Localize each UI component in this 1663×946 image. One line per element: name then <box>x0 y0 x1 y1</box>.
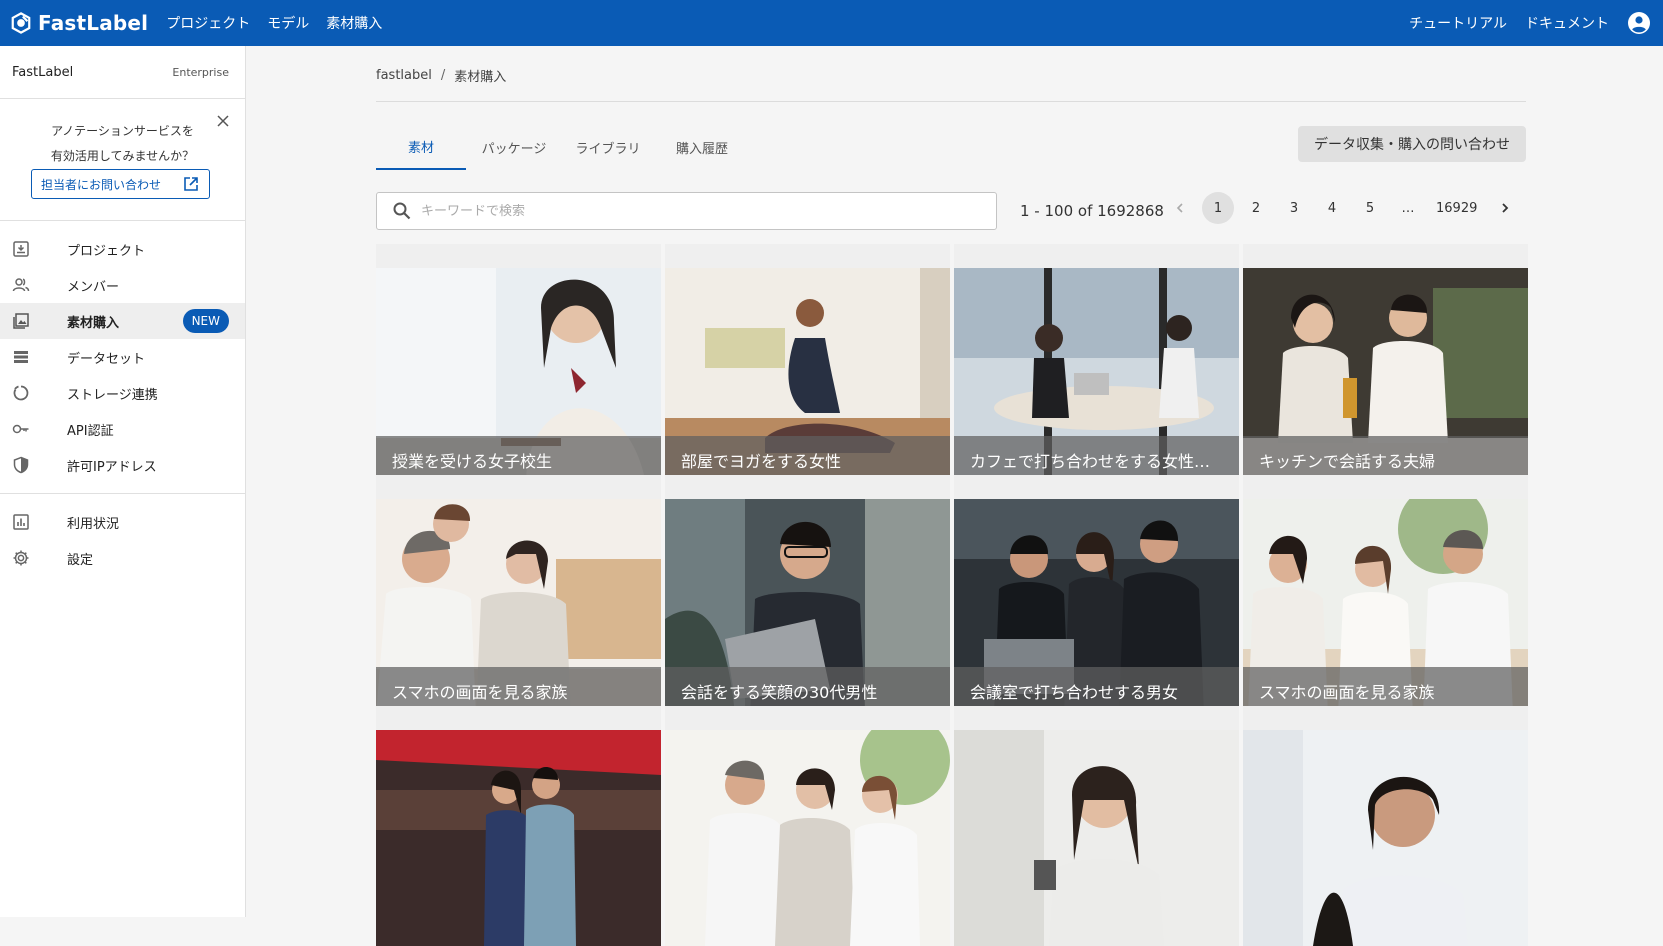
account-icon[interactable] <box>1627 11 1651 35</box>
contact-sales-button[interactable]: 担当者にお問い合わせ <box>31 169 210 199</box>
sidebar-item-api-auth[interactable]: API認証 <box>0 411 245 447</box>
image-icon <box>13 313 29 329</box>
sidebar-item-settings[interactable]: 設定 <box>0 540 245 576</box>
asset-card[interactable]: カフェで打ち合わせをする女性… <box>954 244 1239 484</box>
sidebar-item-project[interactable]: プロジェクト <box>0 231 245 267</box>
promo-line-2: 有効活用してみませんか？ <box>50 149 195 163</box>
asset-thumbnail <box>1243 730 1528 946</box>
topnav-asset-purchase[interactable]: 素材購入 <box>326 13 382 33</box>
breadcrumb: fastlabel / 素材購入 <box>376 46 1526 102</box>
chevron-right-icon <box>1502 203 1509 213</box>
asset-card[interactable] <box>665 706 950 946</box>
main-content: fastlabel / 素材購入 素材 パッケージ ライブラリ 購入履歴 データ… <box>376 46 1528 946</box>
close-icon[interactable] <box>215 113 231 129</box>
dataset-icon <box>14 351 28 363</box>
org-name: FastLabel <box>12 64 74 80</box>
prev-page-button[interactable] <box>1164 192 1196 224</box>
asset-card[interactable]: スマホの画面を見る家族 <box>376 475 661 715</box>
page-1[interactable]: 1 <box>1202 192 1234 224</box>
asset-card[interactable]: キッチンで会話する夫婦 <box>1243 244 1528 484</box>
search-row: 1 - 100 of 1692868 1 2 3 4 5 … 16929 <box>376 184 1526 244</box>
tab-assets[interactable]: 素材 <box>376 124 466 170</box>
sidebar-item-label: ストレージ連携 <box>67 387 158 403</box>
sidebar-item-usage[interactable]: 利用状況 <box>0 504 245 540</box>
sidebar-item-label: 素材購入 <box>67 315 120 331</box>
page-4[interactable]: 4 <box>1316 192 1348 224</box>
topnav-tutorial[interactable]: チュートリアル <box>1409 13 1507 33</box>
sidebar-item-label: メンバー <box>67 279 120 295</box>
sidebar-item-label: 利用状況 <box>67 516 120 532</box>
asset-card[interactable] <box>954 706 1239 946</box>
open-in-new-icon <box>184 177 198 191</box>
sidebar-item-asset-purchase[interactable]: 素材購入 NEW <box>0 303 245 339</box>
pagination: 1 2 3 4 5 … 16929 <box>1164 192 1527 224</box>
topnav-projects[interactable]: プロジェクト <box>166 13 250 33</box>
org-plan: Enterprise <box>172 65 229 79</box>
next-page-button[interactable] <box>1489 192 1521 224</box>
tab-library[interactable]: ライブラリ <box>568 124 648 170</box>
contact-sales-label: 担当者にお問い合わせ <box>41 177 162 192</box>
top-nav: プロジェクト モデル 素材購入 <box>166 13 399 33</box>
page-ellipsis: … <box>1401 200 1415 216</box>
page-last[interactable]: 16929 <box>1430 192 1483 224</box>
asset-thumbnail <box>376 730 661 946</box>
breadcrumb-separator: / <box>440 68 446 83</box>
org-header: FastLabel Enterprise <box>0 46 245 99</box>
promo-line-1: アノテーションサービスを <box>51 124 194 138</box>
chevron-left-icon <box>1176 203 1183 213</box>
members-icon <box>12 278 30 292</box>
breadcrumb-current: 素材購入 <box>454 70 507 85</box>
breadcrumb-root[interactable]: fastlabel <box>376 68 432 83</box>
asset-card[interactable]: 授業を受ける女子校生 <box>376 244 661 484</box>
promo-text: アノテーションサービスを 有効活用してみませんか？ <box>0 119 245 169</box>
asset-card[interactable]: 会話をする笑顔の30代男性 <box>665 475 950 715</box>
asset-card[interactable] <box>1243 706 1528 946</box>
asset-card[interactable]: 部屋でヨガをする女性 <box>665 244 950 484</box>
sidebar-nav: プロジェクト メンバー 素材購入 NEW データセット ストレージ連携 API認… <box>0 221 245 494</box>
search-input[interactable] <box>421 203 921 219</box>
sidebar-item-storage[interactable]: ストレージ連携 <box>0 375 245 411</box>
tab-purchase-history[interactable]: 購入履歴 <box>662 124 742 170</box>
search-icon <box>393 202 411 220</box>
shield-icon <box>13 456 29 474</box>
key-icon <box>12 424 29 434</box>
tabs-row: 素材 パッケージ ライブラリ 購入履歴 データ収集・購入の問い合わせ <box>376 102 1526 184</box>
search-box[interactable] <box>376 192 997 230</box>
topnav-documents[interactable]: ドキュメント <box>1525 13 1609 33</box>
asset-card[interactable] <box>376 706 661 946</box>
page-3[interactable]: 3 <box>1278 192 1310 224</box>
page-5[interactable]: 5 <box>1354 192 1386 224</box>
sidebar-item-label: 設定 <box>67 552 94 568</box>
asset-card[interactable]: スマホの画面を見る家族 <box>1243 475 1528 715</box>
top-right-nav: チュートリアル ドキュメント <box>1409 11 1663 35</box>
sidebar: FastLabel Enterprise アノテーションサービスを 有効活用して… <box>0 46 246 917</box>
sidebar-item-label: データセット <box>67 351 146 367</box>
asset-thumbnail <box>954 730 1239 946</box>
fastlabel-logo-icon <box>11 12 31 34</box>
asset-card[interactable]: 会議室で打ち合わせする男女 <box>954 475 1239 715</box>
sidebar-item-dataset[interactable]: データセット <box>0 339 245 375</box>
brand-name: FastLabel <box>38 11 149 35</box>
sidebar-item-label: プロジェクト <box>67 243 146 259</box>
sidebar-item-label: API認証 <box>67 423 114 439</box>
top-app-bar: FastLabel プロジェクト モデル 素材購入 チュートリアル ドキュメント <box>0 0 1663 46</box>
page-2[interactable]: 2 <box>1240 192 1272 224</box>
gear-icon <box>13 550 29 566</box>
sidebar-item-allowed-ip[interactable]: 許可IPアドレス <box>0 447 245 483</box>
topnav-models[interactable]: モデル <box>267 13 309 33</box>
brand-logo[interactable]: FastLabel <box>10 11 148 35</box>
sidebar-nav-secondary: 利用状況 設定 <box>0 494 245 576</box>
storage-icon <box>13 385 29 401</box>
new-badge: NEW <box>182 309 229 333</box>
asset-thumbnail <box>665 730 950 946</box>
project-icon <box>13 241 29 257</box>
data-inquiry-button[interactable]: データ収集・購入の問い合わせ <box>1298 126 1526 162</box>
sidebar-item-label: 許可IPアドレス <box>67 459 157 475</box>
chart-icon <box>13 514 29 530</box>
tab-packages[interactable]: パッケージ <box>474 124 554 170</box>
promo-panel: アノテーションサービスを 有効活用してみませんか？ 担当者にお問い合わせ <box>0 99 245 221</box>
result-range: 1 - 100 of 1692868 <box>1020 202 1164 220</box>
sidebar-item-members[interactable]: メンバー <box>0 267 245 303</box>
